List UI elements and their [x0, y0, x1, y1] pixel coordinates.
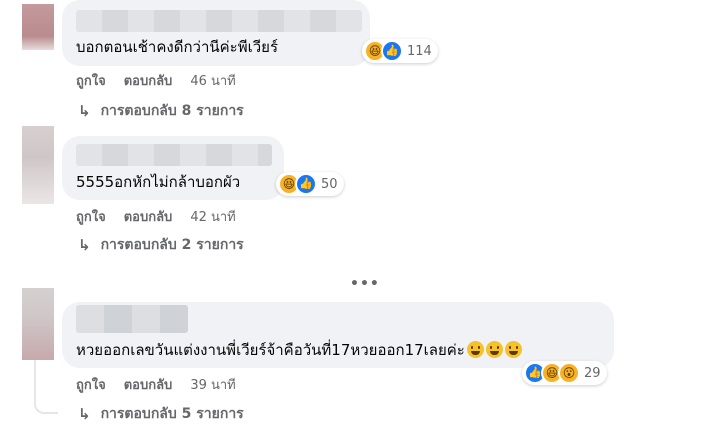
reply-button[interactable]: ตอบกลับ: [124, 70, 173, 91]
like-comment-button[interactable]: ถูกใจ: [76, 374, 106, 395]
reaction-summary[interactable]: 👍 😆 😮 29: [522, 361, 607, 385]
view-replies-link[interactable]: ↳ การตอบกลับ 8 รายการ: [78, 100, 244, 122]
view-replies-label: การตอบกลับ 8 รายการ: [100, 103, 244, 119]
reaction-count: 114: [407, 43, 432, 59]
view-replies-label: การตอบกลับ 5 รายการ: [100, 406, 244, 422]
view-replies-link[interactable]: ↳ การตอบกลับ 2 รายการ: [78, 234, 244, 256]
grinning-emoji-icon: [504, 341, 522, 358]
commenter-avatar[interactable]: [22, 126, 54, 204]
commenter-name-redacted[interactable]: [76, 10, 362, 32]
comment-timestamp[interactable]: 42 นาที: [190, 206, 235, 227]
comment-bubble: 5555อกหักไม่กล้าบอกผัว: [62, 136, 284, 200]
grinning-emoji-icon: [466, 341, 484, 358]
comment-text: บอกตอนเช้าคงดีกว่านีค่ะพีเวียร์: [76, 38, 279, 56]
comment-actions: ถูกใจ ตอบกลับ 42 นาที: [76, 206, 236, 227]
comment-text: 5555อกหักไม่กล้าบอกผัว: [76, 173, 241, 191]
view-replies-link[interactable]: ↳ การตอบกลับ 5 รายการ: [78, 403, 244, 425]
reaction-count: 29: [584, 365, 601, 381]
reply-button[interactable]: ตอบกลับ: [124, 206, 173, 227]
reaction-summary[interactable]: 😆 👍 114: [362, 39, 438, 63]
like-comment-button[interactable]: ถูกใจ: [76, 206, 106, 227]
like-comment-button[interactable]: ถูกใจ: [76, 70, 106, 91]
reply-arrow-icon: ↳: [78, 405, 91, 423]
reply-arrow-icon: ↳: [78, 236, 91, 254]
comment-timestamp[interactable]: 39 นาที: [190, 374, 235, 395]
wow-icon: 😮: [558, 362, 580, 384]
comment-actions: ถูกใจ ตอบกลับ 39 นาที: [76, 374, 236, 395]
like-icon: 👍: [295, 173, 317, 195]
reaction-summary[interactable]: 😆 👍 50: [276, 172, 344, 196]
commenter-avatar[interactable]: [22, 4, 54, 50]
comment-text: หวยออกเลขวันแต่งงานพี่เวียร์จ้าคือวันที่…: [76, 340, 522, 360]
reply-thread-line: [34, 360, 58, 414]
more-comments-dots[interactable]: •••: [350, 276, 380, 292]
grinning-emoji-icon: [485, 341, 503, 358]
commenter-name-redacted[interactable]: [76, 144, 272, 166]
comment-timestamp[interactable]: 46 นาที: [190, 70, 235, 91]
reaction-count: 50: [321, 176, 338, 192]
comment-actions: ถูกใจ ตอบกลับ 46 นาที: [76, 70, 236, 91]
reply-arrow-icon: ↳: [78, 102, 91, 120]
comment-bubble: หวยออกเลขวันแต่งงานพี่เวียร์จ้าคือวันที่…: [62, 302, 614, 368]
reply-button[interactable]: ตอบกลับ: [124, 374, 173, 395]
comment-bubble: บอกตอนเช้าคงดีกว่านีค่ะพีเวียร์: [62, 0, 370, 66]
view-replies-label: การตอบกลับ 2 รายการ: [100, 237, 244, 253]
commenter-name-redacted[interactable]: [76, 305, 188, 333]
commenter-avatar[interactable]: [22, 288, 54, 360]
like-icon: 👍: [381, 40, 403, 62]
